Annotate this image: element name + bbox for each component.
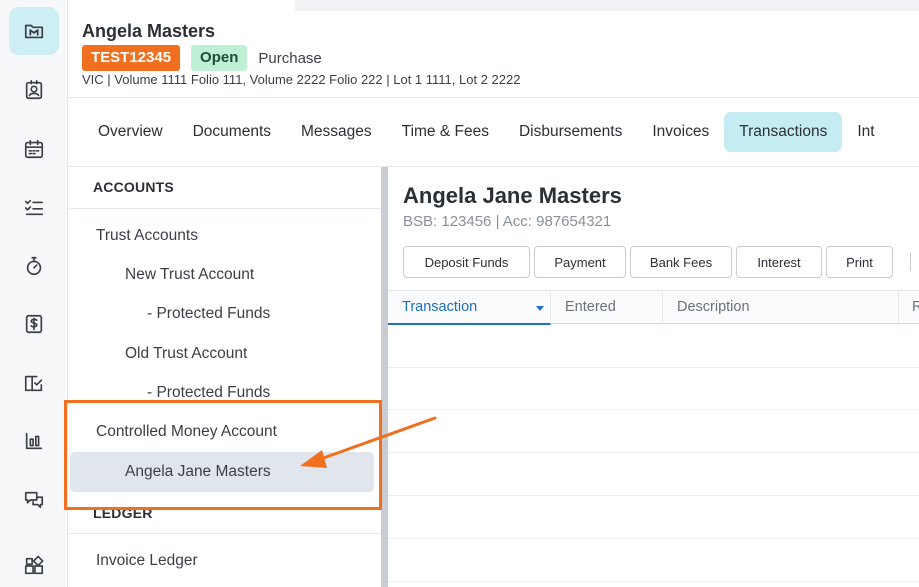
checklist-icon [24,199,44,216]
contact-card-icon [25,80,43,100]
left-nav-rail [0,0,68,587]
stopwatch-icon [26,256,42,276]
apps-grid-icon [24,555,44,575]
matter-number-badge: TEST12345 [82,45,181,71]
tab-invoices[interactable]: Invoices [637,112,724,152]
bar-chart-icon [25,432,43,450]
grid-row [388,538,919,539]
chat-bubbles-icon [24,491,44,509]
calendar-icon [24,139,44,159]
column-description[interactable]: Description [663,291,899,324]
bank-fees-button[interactable]: Bank Fees [630,246,732,278]
accounts-heading: ACCOUNTS [93,179,174,195]
transactions-grid-header: Transaction Entered Description R [388,290,919,325]
grid-row [388,367,919,368]
annotation-highlight-box [64,400,382,510]
grid-row [388,452,919,453]
column-transaction[interactable]: Transaction [388,291,551,325]
matter-badge-row: TEST12345 Open Purchase [82,45,322,71]
rail-item-calendar[interactable] [9,125,59,173]
column-r[interactable]: R [899,291,919,324]
grid-row [388,581,919,582]
actions-divider [910,253,911,271]
account-old-trust[interactable]: Old Trust Account [125,345,247,363]
account-new-trust[interactable]: New Trust Account [125,266,254,284]
print-button[interactable]: Print [826,246,893,278]
rail-item-billing[interactable] [9,300,59,348]
ledger-invoice-ledger[interactable]: Invoice Ledger [96,552,198,570]
tab-int[interactable]: Int [842,112,889,152]
tab-documents[interactable]: Documents [178,112,286,152]
tab-messages[interactable]: Messages [286,112,387,152]
top-search-strip [295,0,919,11]
matter-tabs: Overview Documents Messages Time & Fees … [83,112,890,152]
rail-item-reports[interactable] [9,417,59,465]
rail-item-apps[interactable] [9,542,59,587]
tab-transactions[interactable]: Transactions [724,112,843,152]
grid-row [388,409,919,410]
payment-button[interactable]: Payment [534,246,626,278]
grid-row [388,495,919,496]
tab-disbursements[interactable]: Disbursements [504,112,637,152]
rail-item-tasks[interactable] [9,183,59,231]
account-title: Angela Jane Masters [403,183,622,208]
ledger-heading-divider [69,533,381,534]
account-new-trust-protected-funds[interactable]: - Protected Funds [147,305,270,323]
header-divider [68,97,919,98]
accounts-heading-divider [69,208,381,209]
column-transaction-label: Transaction [402,299,478,315]
deposit-funds-button[interactable]: Deposit Funds [403,246,530,278]
dollar-icon [25,314,43,334]
rail-item-matters[interactable] [9,7,59,55]
matter-header: Angela Masters TEST12345 Open Purchase V… [82,21,912,87]
book-check-icon [24,375,43,392]
transactions-pane: Angela Jane Masters BSB: 123456 | Acc: 9… [388,167,919,587]
tab-time-fees[interactable]: Time & Fees [387,112,504,152]
transaction-actions: Deposit Funds Payment Bank Fees Interest… [403,246,893,278]
interest-button[interactable]: Interest [736,246,822,278]
status-badge: Open [191,45,248,71]
rail-item-timer[interactable] [9,242,59,290]
property-details: VIC | Volume 1111 Folio 111, Volume 2222… [82,72,521,87]
accounts-panel: ACCOUNTS Trust Accounts New Trust Accoun… [69,167,381,587]
panel-splitter[interactable] [381,167,388,587]
client-name: Angela Masters [82,21,216,41]
rail-item-messages[interactable] [9,476,59,524]
matter-logo-icon [24,24,44,39]
rail-item-library[interactable] [9,359,59,407]
account-bank-details: BSB: 123456 | Acc: 987654321 [403,213,612,230]
tab-overview[interactable]: Overview [83,112,178,152]
account-trust-accounts[interactable]: Trust Accounts [96,227,198,245]
matter-type: Purchase [258,49,322,67]
sort-caret-icon [536,306,544,311]
rail-item-contacts[interactable] [9,66,59,114]
column-entered[interactable]: Entered [551,291,663,324]
